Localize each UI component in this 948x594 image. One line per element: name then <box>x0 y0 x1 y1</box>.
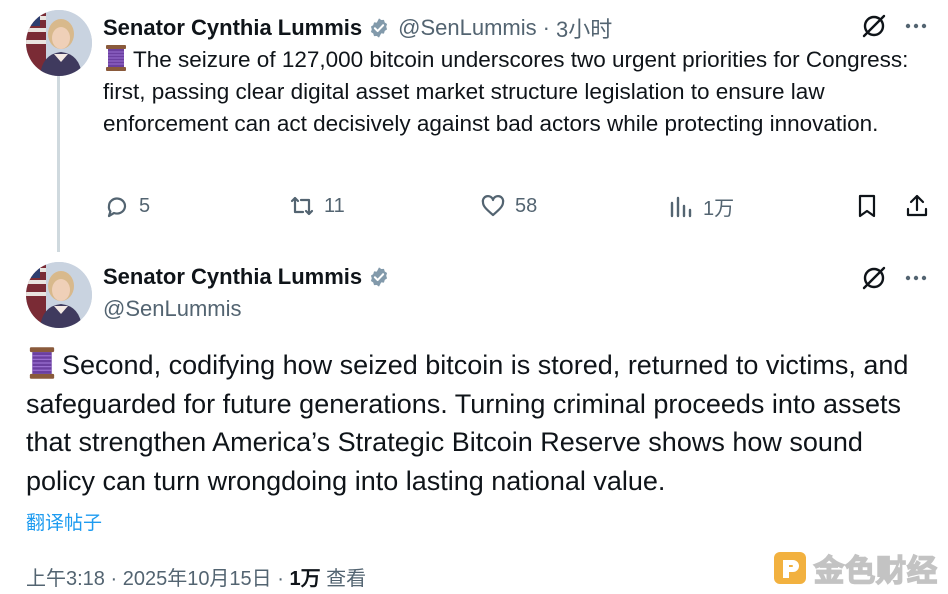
post-time[interactable]: 3小时 <box>556 12 612 44</box>
watermark: 金色财经 <box>772 546 938 590</box>
avatar-photo <box>26 10 92 76</box>
author-name[interactable]: Senator Cynthia Lummis <box>103 15 362 41</box>
bookmark-button[interactable] <box>853 192 881 220</box>
separator-dot: · <box>542 15 550 40</box>
grok-icon[interactable] <box>860 264 888 292</box>
views-icon <box>670 196 692 217</box>
avatar-photo <box>26 262 92 328</box>
thread-spool-emoji <box>103 44 129 72</box>
post-views-count: 1万 <box>289 568 321 590</box>
tweet2-header: Senator Cynthia Lummis <box>103 264 390 290</box>
repost-count: 11 <box>324 194 345 217</box>
watermark-text: 金色财经 <box>813 554 938 589</box>
author-name[interactable]: Senator Cynthia Lummis <box>103 264 362 290</box>
repost-button[interactable]: 11 <box>288 192 345 220</box>
thread-spool-emoji <box>26 346 58 380</box>
like-icon <box>481 195 505 217</box>
avatar[interactable] <box>26 10 92 76</box>
more-icon[interactable] <box>902 264 930 292</box>
post-timestamp[interactable]: 上午3:18 · 2025年10月15日 · <box>26 568 289 590</box>
tweet1-top-actions <box>860 12 930 40</box>
tweet2-body: Second, codifying how seized bitcoin is … <box>26 346 931 500</box>
tweet1-action-bar: 5 11 58 1万 <box>103 192 933 226</box>
tweet2-top-actions <box>860 264 930 292</box>
author-handle[interactable]: @SenLummis <box>398 15 537 41</box>
views-count: 1万 <box>703 198 735 220</box>
avatar[interactable] <box>26 262 92 328</box>
thread-line <box>57 76 60 252</box>
author-handle[interactable]: @SenLummis <box>103 296 242 322</box>
tweet1-text: The seizure of 127,000 bitcoin underscor… <box>103 47 909 136</box>
verified-badge-icon <box>368 266 390 288</box>
watermark-logo <box>774 552 806 584</box>
reply-icon <box>107 197 127 218</box>
verified-badge-icon <box>368 17 390 39</box>
bookmark-icon <box>858 194 876 218</box>
post-meta: 上午3:18 · 2025年10月15日 · 1万 查看 <box>26 562 366 591</box>
repost-icon <box>290 196 314 216</box>
reply-button[interactable]: 5 <box>103 192 150 220</box>
like-button[interactable]: 58 <box>479 192 537 220</box>
tweet1-body: The seizure of 127,000 bitcoin underscor… <box>103 44 913 140</box>
views-button[interactable]: 1万 <box>667 192 734 221</box>
more-icon[interactable] <box>902 12 930 40</box>
like-count: 58 <box>515 194 538 217</box>
grok-icon[interactable] <box>860 12 888 40</box>
tweet1-header: Senator Cynthia Lummis @SenLummis · 3小时 <box>103 12 612 44</box>
tweet2-text: Second, codifying how seized bitcoin is … <box>26 350 909 496</box>
translate-post-link[interactable]: 翻译帖子 <box>26 508 102 535</box>
reply-count: 5 <box>139 194 151 217</box>
share-icon <box>906 194 928 217</box>
post-views-label: 查看 <box>320 568 367 590</box>
share-button[interactable] <box>903 192 931 220</box>
